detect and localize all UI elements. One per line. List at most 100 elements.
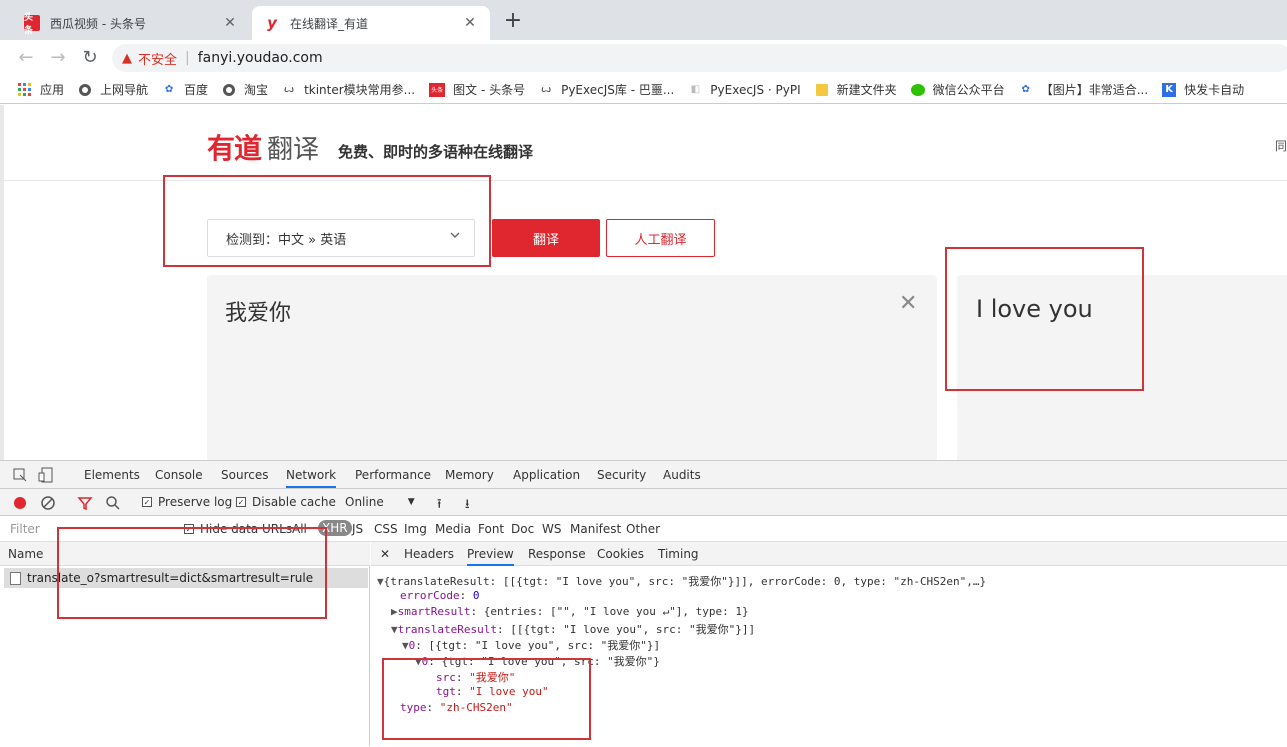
toutiao-favicon-icon: 头条 <box>24 13 40 36</box>
bookmark-apps[interactable]: 应用 <box>18 81 64 98</box>
throttle-select[interactable]: Online ▼ <box>345 495 415 509</box>
filter-font[interactable]: Font <box>478 522 504 536</box>
json-value: {entries: ["", "I love you ↵"], type: 1} <box>483 605 749 618</box>
json-line-translateresult[interactable]: ▼translateResult: [[{tgt: "I love you", … <box>391 621 755 637</box>
globe-icon <box>222 83 236 97</box>
security-status[interactable]: 不安全 <box>138 49 177 68</box>
tab-cookies[interactable]: Cookies <box>597 547 644 561</box>
warning-triangle-icon[interactable]: ▲ <box>122 51 132 66</box>
bookmark-label: 新建文件夹 <box>836 83 897 97</box>
filter-ws[interactable]: WS <box>542 522 561 536</box>
bookmark-taobao[interactable]: 淘宝 <box>222 81 268 98</box>
filter-doc[interactable]: Doc <box>511 522 534 536</box>
json-key: translateResult <box>397 623 497 636</box>
disable-cache-checkbox[interactable]: ✓ Disable cache <box>236 495 336 509</box>
tab-security[interactable]: Security <box>597 468 646 482</box>
filter-input[interactable]: Filter <box>10 522 40 536</box>
bookmark-pyexecjs-lib[interactable]: ꙍ PyExecJS库 - 巴噩... <box>539 81 674 98</box>
expand-triangle-icon: ▼ <box>402 639 409 652</box>
tab-elements[interactable]: Elements <box>84 468 140 482</box>
source-input-box[interactable]: 我爱你 ✕ <box>207 275 937 460</box>
tab-console[interactable]: Console <box>155 468 203 482</box>
browser-tab-youdao[interactable]: y 在线翻译_有道 ✕ <box>252 6 490 40</box>
json-key: 0 <box>408 639 416 652</box>
filter-icon[interactable] <box>77 495 93 511</box>
expand-triangle-icon: ▼ <box>391 623 398 636</box>
tab-audits[interactable]: Audits <box>663 468 701 482</box>
new-tab-button[interactable]: + <box>500 8 526 33</box>
human-translate-button[interactable]: 人工翻译 <box>606 219 715 257</box>
clear-log-icon[interactable] <box>40 495 56 511</box>
filter-manifest[interactable]: Manifest <box>570 522 621 536</box>
slogan: 免费、即时的多语种在线翻译 <box>338 143 534 161</box>
json-line-smartresult[interactable]: ▶smartResult: {entries: ["", "I love you… <box>391 605 749 618</box>
json-line-root[interactable]: ▼{translateResult: [[{tgt: "I love you",… <box>377 573 986 589</box>
preserve-log-checkbox[interactable]: ✓ Preserve log <box>142 495 232 509</box>
clear-icon[interactable]: ✕ <box>899 291 917 316</box>
folder-icon <box>815 83 829 97</box>
search-icon[interactable] <box>105 495 121 511</box>
browser-tab-strip: 头条 西瓜视频 - 头条号 ✕ y 在线翻译_有道 ✕ + <box>0 0 1287 40</box>
tab-sources[interactable]: Sources <box>221 468 268 482</box>
tab-network[interactable]: Network <box>286 468 337 488</box>
devtools-panel: Elements Console Sources Network Perform… <box>0 460 1287 746</box>
network-toolbar: ✓ Preserve log ✓ Disable cache Online ▼ … <box>0 489 1287 516</box>
source-text[interactable]: 我爱你 <box>225 295 291 327</box>
import-har-icon[interactable]: ⭱ <box>437 495 442 517</box>
filter-js[interactable]: JS <box>352 522 363 536</box>
back-arrow-icon[interactable]: ← <box>16 48 36 68</box>
file-icon <box>10 571 21 585</box>
export-har-icon[interactable]: ⭳ <box>465 495 470 517</box>
k-icon: K <box>1162 82 1177 97</box>
baidu-paw-icon: ✿ <box>164 84 174 95</box>
disable-cache-label: Disable cache <box>252 495 336 509</box>
bookmark-tkinter[interactable]: ꙍ tkinter模块常用参... <box>282 81 415 98</box>
json-summary: {translateResult: [[{tgt: "I love you", … <box>383 575 987 588</box>
bookmark-wechat[interactable]: 微信公众平台 <box>910 81 1005 98</box>
json-line-index0[interactable]: ▼0: [{tgt: "I love you", src: "我爱你"}] <box>402 637 660 653</box>
filter-css[interactable]: CSS <box>374 522 398 536</box>
tab-timing[interactable]: Timing <box>658 547 699 561</box>
tab-response[interactable]: Response <box>528 547 586 561</box>
tab-memory[interactable]: Memory <box>445 468 494 482</box>
youdao-favicon-icon: y <box>267 14 277 32</box>
bookmark-label: 微信公众平台 <box>932 83 1005 97</box>
close-tab-icon[interactable]: ✕ <box>222 15 238 31</box>
filter-img[interactable]: Img <box>404 522 427 536</box>
header-link[interactable]: 同 <box>1275 137 1287 154</box>
bookmark-baidu[interactable]: ✿ 百度 <box>162 81 208 98</box>
close-tab-icon[interactable]: ✕ <box>462 15 478 31</box>
json-key: smartResult <box>397 605 471 618</box>
tab-headers[interactable]: Headers <box>404 547 454 561</box>
bookmark-kuaifaka[interactable]: K 快发卡自动 <box>1162 81 1244 98</box>
devtools-tab-bar: Elements Console Sources Network Perform… <box>0 461 1287 489</box>
tab-preview[interactable]: Preview <box>467 547 514 566</box>
record-icon[interactable] <box>12 495 28 511</box>
device-toolbar-icon[interactable] <box>38 467 54 483</box>
address-bar[interactable]: ▲ 不安全 | fanyi.youdao.com <box>112 44 1287 72</box>
tab-title: 在线翻译_有道 <box>290 16 369 31</box>
filter-media[interactable]: Media <box>435 522 471 536</box>
annotation-box-result <box>945 247 1144 391</box>
inspect-element-icon[interactable] <box>12 467 28 483</box>
address-separator: | <box>185 50 190 66</box>
checkbox-checked-icon: ✓ <box>142 497 152 507</box>
translate-button[interactable]: 翻译 <box>492 219 600 257</box>
reload-icon[interactable]: ↻ <box>80 48 100 68</box>
bookmark-folder[interactable]: 新建文件夹 <box>815 81 897 98</box>
filter-other[interactable]: Other <box>626 522 660 536</box>
forward-arrow-icon[interactable]: → <box>48 48 68 68</box>
tab-performance[interactable]: Performance <box>355 468 431 482</box>
bookmark-pypi[interactable]: ◧ PyExecJS · PyPI <box>688 83 801 97</box>
apps-grid-icon <box>18 82 32 97</box>
bookmark-nav[interactable]: 上网导航 <box>78 81 148 98</box>
bookmark-label: 上网导航 <box>100 83 149 97</box>
link-icon: ꙍ <box>540 84 552 95</box>
youdao-logo[interactable]: 有道 <box>207 127 262 167</box>
url-text[interactable]: fanyi.youdao.com <box>198 50 323 66</box>
tab-application[interactable]: Application <box>513 468 580 482</box>
close-detail-icon[interactable]: ✕ <box>380 547 390 561</box>
bookmark-image[interactable]: ✿ 【图片】非常适合... <box>1019 81 1148 98</box>
browser-tab-xigua[interactable]: 头条 西瓜视频 - 头条号 ✕ <box>12 6 250 40</box>
bookmark-toutiao[interactable]: 头条 图文 - 头条号 <box>429 81 525 98</box>
